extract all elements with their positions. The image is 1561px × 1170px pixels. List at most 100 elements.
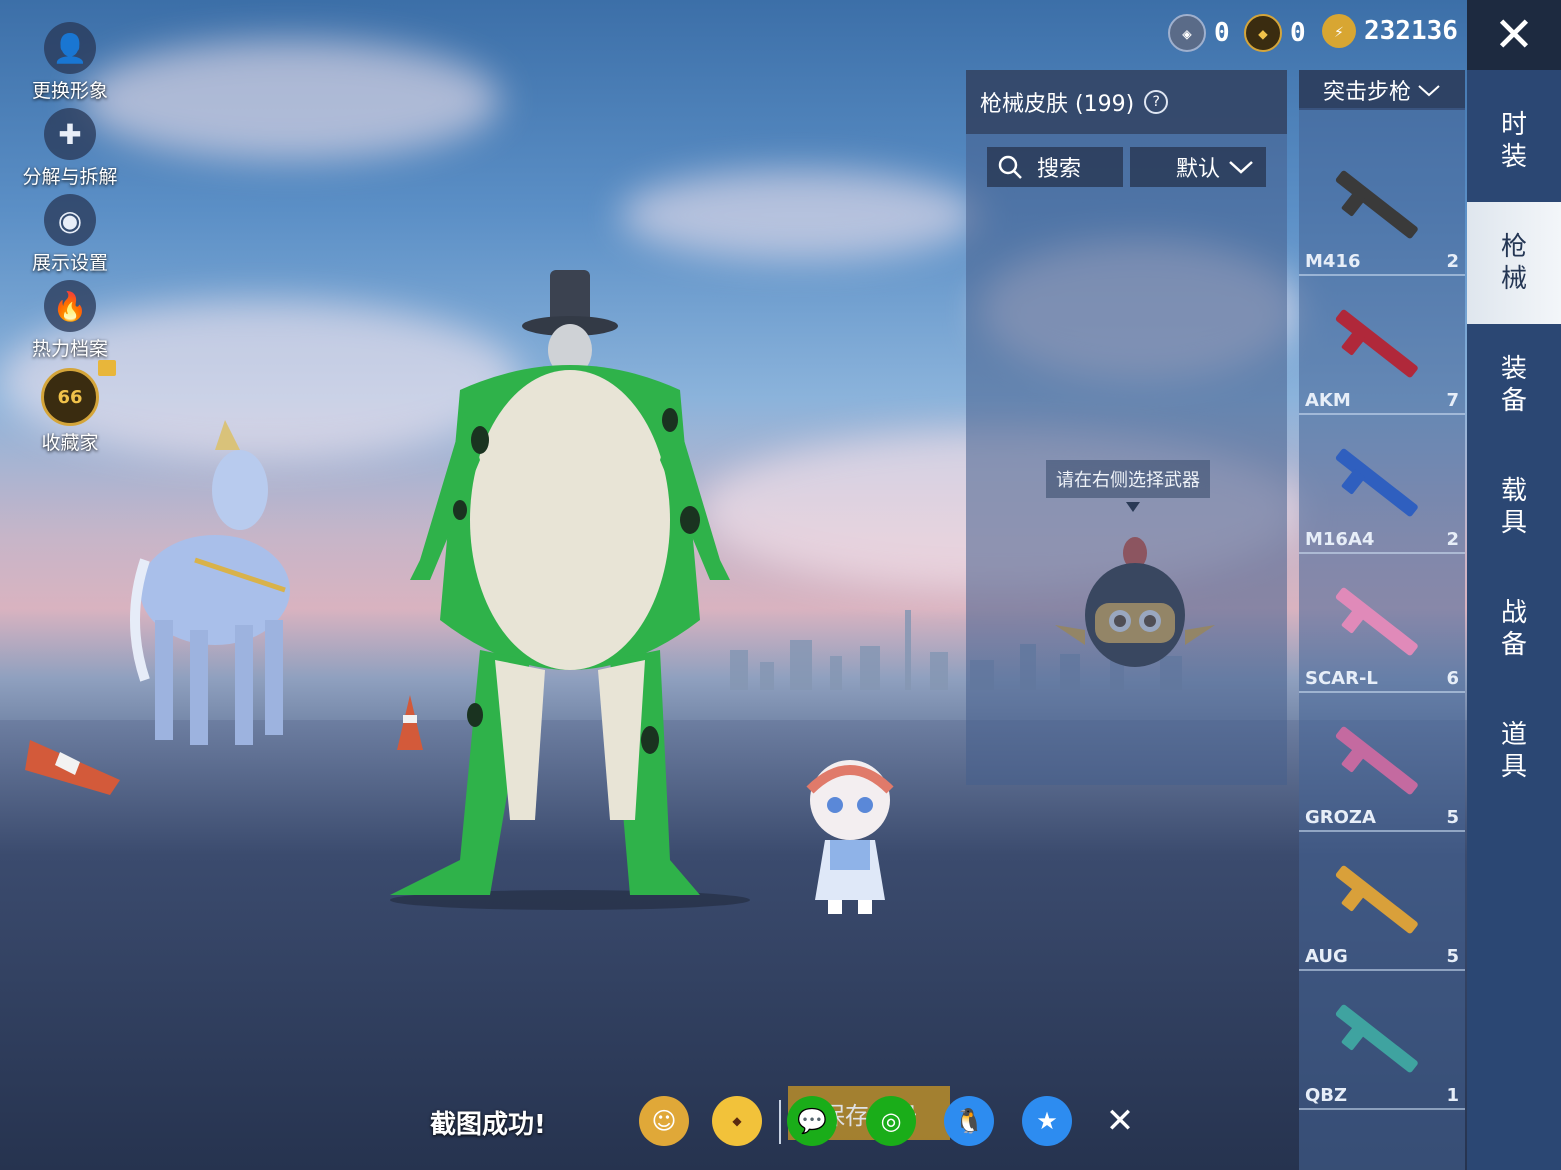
collector-level: 66: [57, 386, 83, 408]
tab-equipment-label: 装 备: [1500, 354, 1527, 416]
tab-vehicles[interactable]: 载 具: [1467, 446, 1561, 568]
rifle-icon: [1334, 586, 1419, 657]
gold-coin-icon: ◆: [1244, 14, 1282, 52]
help-icon[interactable]: ?: [1144, 90, 1169, 114]
weapon-card-akm[interactable]: AKM 7: [1299, 277, 1465, 415]
sort-label: 默认: [1175, 157, 1220, 182]
weapon-list: M416 2 AKM 7 M16A4 2 SCAR-L 6 GROZA 5 AU…: [1299, 108, 1465, 1170]
weapon-category-dropdown[interactable]: 突击步枪: [1299, 70, 1465, 110]
ticket-icon: ◈: [1168, 14, 1206, 52]
decompose-label: 分解与拆解: [22, 166, 118, 188]
close-share-icon[interactable]: ✕: [1095, 1096, 1145, 1146]
close-button[interactable]: ✕: [1467, 0, 1561, 70]
collector-button[interactable]: 66 收藏家: [18, 368, 122, 455]
select-weapon-hint: 请在右侧选择武器: [1046, 460, 1210, 498]
weapon-card-m16a4[interactable]: M16A4 2: [1299, 416, 1465, 554]
qq-icon[interactable]: 🐧: [944, 1096, 994, 1146]
hint-arrow: [1126, 502, 1140, 512]
weapon-count: 2: [1446, 529, 1459, 550]
bunny-doll-pet: [806, 760, 894, 914]
cloud: [620, 170, 980, 260]
currency-b: ◆ 0: [1244, 14, 1306, 52]
tab-items-label: 道 具: [1500, 720, 1527, 782]
tab-items[interactable]: 道 具: [1467, 690, 1561, 812]
rifle-icon: [1334, 864, 1419, 935]
screenshot-success-toast: 截图成功!: [430, 1110, 546, 1140]
rifle-icon: [1334, 1003, 1419, 1074]
weapon-name: M16A4: [1305, 529, 1375, 550]
search-icon: [998, 155, 1022, 179]
game-logo-share-icon[interactable]: ◆: [712, 1096, 762, 1146]
weapon-card-groza[interactable]: GROZA 5: [1299, 694, 1465, 832]
change-look-label: 更换形象: [31, 80, 108, 102]
qzone-icon[interactable]: ★: [1022, 1096, 1072, 1146]
display-settings-button[interactable]: ◉ 展示设置: [18, 194, 122, 275]
weapon-count: 5: [1446, 807, 1459, 828]
inventory-tabs: 时 装 枪 械 装 备 载 具 战 备 道 具: [1467, 70, 1561, 1170]
chevron-down-icon: [1418, 85, 1440, 97]
weapon-name: AUG: [1305, 946, 1348, 967]
decompose-button[interactable]: ✚ 分解与拆解: [18, 108, 122, 189]
lightning-coin-icon: ⚡: [1322, 14, 1356, 48]
collector-label: 收藏家: [41, 432, 99, 454]
skin-panel-header: 枪械皮肤 (199) ?: [966, 70, 1287, 134]
gun-skin-panel: 枪械皮肤 (199) ? 搜索 默认 请在右侧选择武器: [966, 70, 1287, 785]
currency-b-value: 0: [1290, 18, 1306, 48]
frog-costume-character: [390, 270, 750, 910]
sort-dropdown[interactable]: 默认: [1130, 147, 1266, 187]
display-settings-label: 展示设置: [31, 252, 108, 274]
close-icon: ✕: [1493, 7, 1535, 63]
tab-vehicles-label: 载 具: [1500, 476, 1527, 538]
chevron-down-icon: [1229, 161, 1253, 174]
weapon-count: 6: [1446, 668, 1459, 689]
currency-c-value: 232136: [1364, 16, 1458, 46]
tab-battle-prep[interactable]: 战 备: [1467, 568, 1561, 690]
rifle-icon: [1334, 308, 1419, 379]
weapon-card-scar-l[interactable]: SCAR-L 6: [1299, 555, 1465, 693]
currency-c: ⚡ 232136: [1322, 14, 1458, 48]
category-label: 突击步枪: [1322, 80, 1411, 105]
currency-a-value: 0: [1214, 18, 1230, 48]
search-button[interactable]: 搜索: [987, 147, 1123, 187]
moments-icon[interactable]: ◎: [866, 1096, 916, 1146]
weapon-name: GROZA: [1305, 807, 1376, 828]
weapon-count: 2: [1446, 251, 1459, 272]
weapon-count: 7: [1446, 390, 1459, 411]
collector-badge-icon: 66: [41, 368, 99, 426]
puzzle-icon: ✚: [44, 108, 96, 160]
weapon-count: 1: [1446, 1085, 1459, 1106]
weapon-name: SCAR-L: [1305, 668, 1378, 689]
currency-a: ◈ 0: [1168, 14, 1230, 52]
tab-fashion-label: 时 装: [1500, 110, 1527, 172]
flame-icon: 🔥: [44, 280, 96, 332]
weapon-card-aug[interactable]: AUG 5: [1299, 833, 1465, 971]
heat-archive-button[interactable]: 🔥 热力档案: [18, 280, 122, 361]
friends-share-icon[interactable]: ☺: [639, 1096, 689, 1146]
tab-fashion[interactable]: 时 装: [1467, 80, 1561, 202]
wechat-icon[interactable]: 💬: [787, 1096, 837, 1146]
skin-panel-title: 枪械皮肤 (199): [980, 92, 1135, 117]
eye-icon: ◉: [44, 194, 96, 246]
rifle-icon: [1334, 169, 1419, 240]
weapon-name: M416: [1305, 251, 1361, 272]
gift-icon[interactable]: [98, 360, 116, 376]
cloud: [80, 40, 500, 160]
weapon-name: AKM: [1305, 390, 1351, 411]
tab-guns-label: 枪 械: [1500, 232, 1527, 294]
rifle-icon: [1334, 725, 1419, 796]
weapon-card-qbz[interactable]: QBZ 1: [1299, 972, 1465, 1110]
unicorn-mount: [130, 420, 290, 745]
heat-archive-label: 热力档案: [31, 338, 108, 360]
share-divider: [779, 1100, 781, 1144]
tab-guns[interactable]: 枪 械: [1467, 202, 1561, 324]
traffic-cone: [25, 740, 120, 795]
weapon-name: QBZ: [1305, 1085, 1348, 1106]
rifle-icon: [1334, 447, 1419, 518]
tab-equipment[interactable]: 装 备: [1467, 324, 1561, 446]
tab-battle-prep-label: 战 备: [1500, 598, 1527, 660]
avatar-icon: 👤: [44, 22, 96, 74]
change-look-button[interactable]: 👤 更换形象: [18, 22, 122, 103]
weapon-card-m416[interactable]: M416 2: [1299, 138, 1465, 276]
weapon-count: 5: [1446, 946, 1459, 967]
search-label: 搜索: [1037, 157, 1082, 182]
